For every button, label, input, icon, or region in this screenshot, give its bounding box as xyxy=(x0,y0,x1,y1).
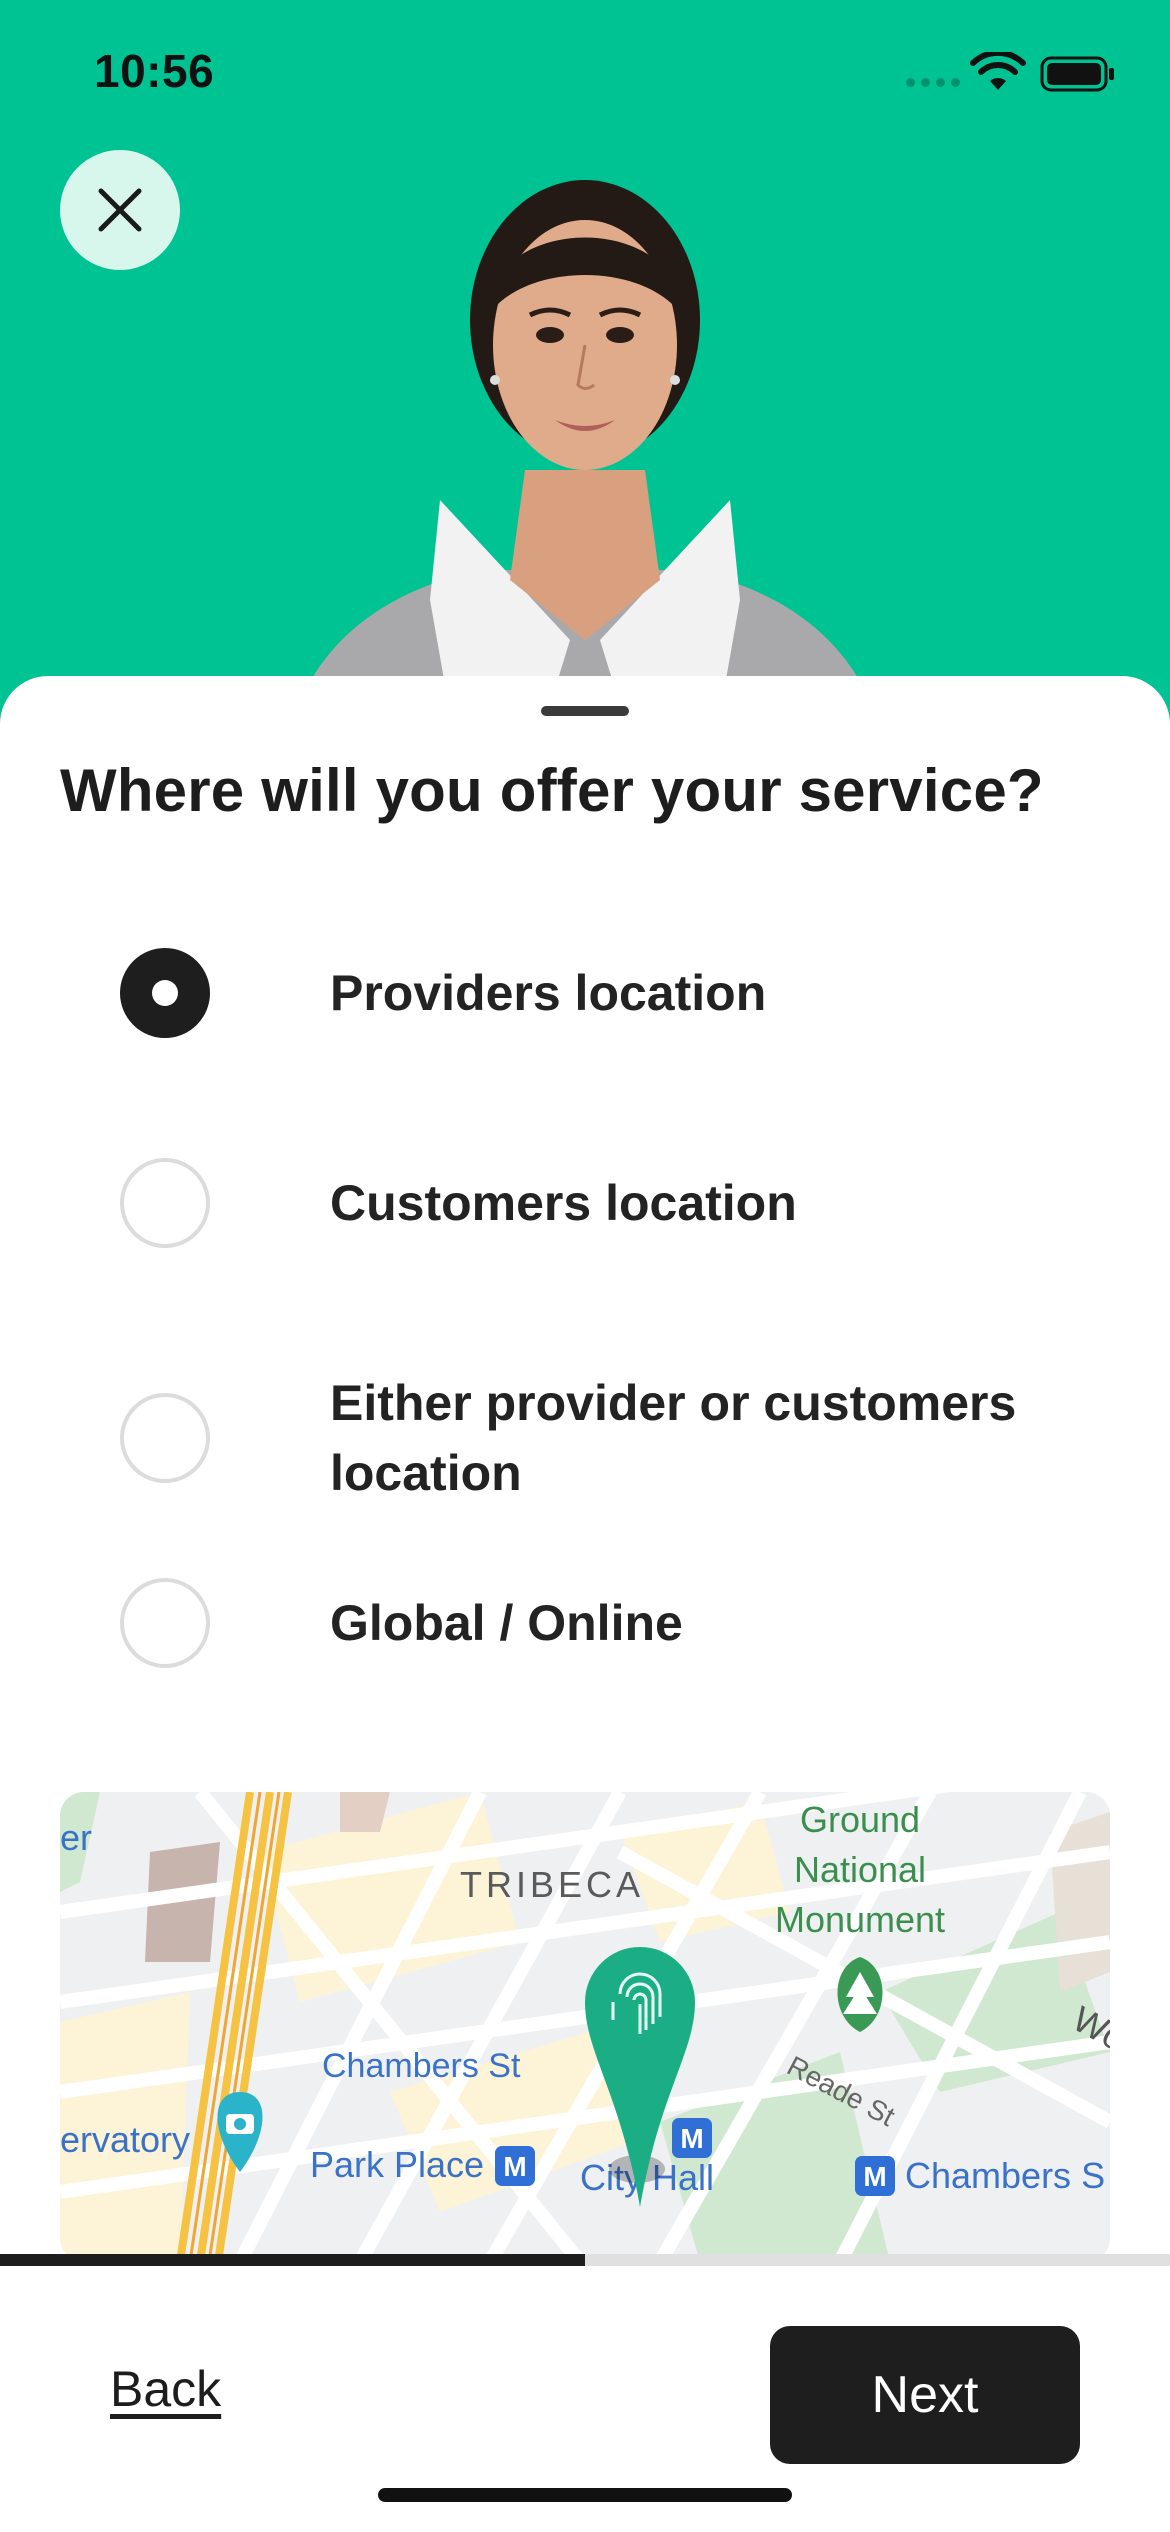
close-icon xyxy=(98,188,142,232)
battery-icon xyxy=(1040,56,1114,92)
option-label: Global / Online xyxy=(330,1595,683,1651)
sheet-grabber[interactable] xyxy=(541,706,629,716)
provider-portrait xyxy=(281,180,889,760)
map-label-chambers-st: Chambers St xyxy=(322,2047,521,2085)
map-label-monument-1: Ground xyxy=(800,1799,920,1840)
location-map[interactable]: TRIBECA Ground National Monument Chamber… xyxy=(60,1792,1110,2262)
home-indicator xyxy=(378,2488,792,2502)
progress-bar xyxy=(0,2254,1170,2266)
option-customers-location[interactable]: Customers location xyxy=(120,1158,1120,1248)
question-title: Where will you offer your service? xyxy=(60,757,1044,824)
option-label: Providers location xyxy=(330,965,767,1021)
radio-button[interactable] xyxy=(120,948,210,1038)
next-button[interactable]: Next xyxy=(770,2326,1080,2464)
radio-button[interactable] xyxy=(120,1393,210,1483)
option-providers-location[interactable]: Providers location xyxy=(120,948,1120,1038)
status-bar: 10:56 xyxy=(0,0,1170,150)
back-button[interactable]: Back xyxy=(110,2360,221,2418)
cellular-signal-icon xyxy=(906,78,960,87)
map-label-monument-2: National xyxy=(794,1849,926,1890)
map-label-monument-3: Monument xyxy=(775,1899,945,1940)
metro-symbol: M xyxy=(503,2151,526,2182)
header-banner: 10:56 xyxy=(0,0,1170,760)
metro-symbol: M xyxy=(863,2161,886,2192)
option-global-online[interactable]: Global / Online xyxy=(120,1578,1120,1668)
option-either-location[interactable]: Either provider or customers location xyxy=(120,1368,1120,1508)
map-label-observatory: ervatory xyxy=(60,2119,190,2160)
metro-symbol: M xyxy=(680,2123,703,2154)
map-label-tribeca: TRIBECA xyxy=(460,1864,644,1905)
status-time: 10:56 xyxy=(94,45,215,97)
option-label: Customers location xyxy=(330,1175,797,1231)
radio-button[interactable] xyxy=(120,1158,210,1248)
progress-fill xyxy=(0,2254,585,2266)
map-label-edge-left: er xyxy=(60,1817,92,1858)
map-label-park-place: Park Place xyxy=(310,2144,484,2185)
wifi-icon xyxy=(970,52,1026,90)
map-label-chambers-s: Chambers S xyxy=(905,2155,1105,2196)
option-label: Either provider or customers location xyxy=(330,1375,1017,1501)
radio-button[interactable] xyxy=(120,1578,210,1668)
close-button[interactable] xyxy=(60,150,180,270)
